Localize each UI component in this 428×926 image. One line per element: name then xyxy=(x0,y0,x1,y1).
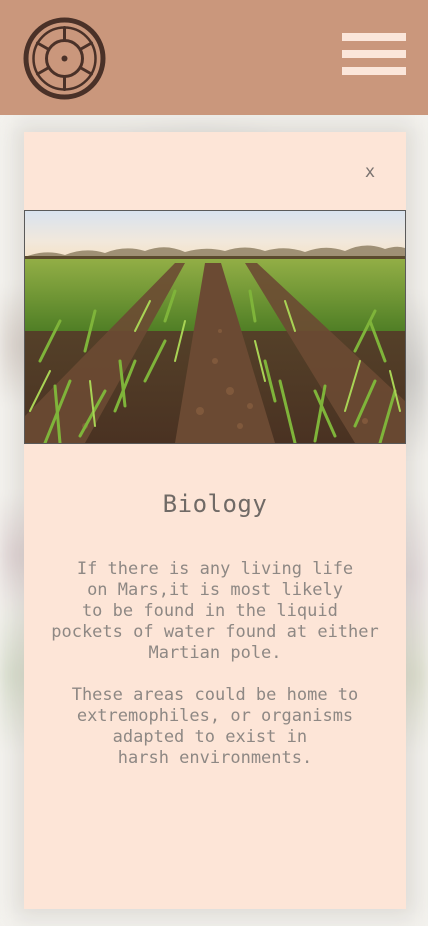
close-button[interactable]: x xyxy=(360,160,380,184)
menu-bar xyxy=(342,50,406,58)
info-modal: x Biology If there is any living life on… xyxy=(24,132,406,909)
ship-wheel-icon[interactable] xyxy=(23,17,106,100)
menu-bar xyxy=(342,67,406,75)
modal-title: Biology xyxy=(162,490,268,518)
top-header xyxy=(0,0,428,115)
menu-bar xyxy=(342,33,406,41)
description-paragraph-2: These areas could be home to extremophil… xyxy=(71,685,359,768)
crop-field-photo xyxy=(24,210,406,444)
hamburger-menu-icon[interactable] xyxy=(342,33,406,75)
description-paragraph-1: If there is any living life on Mars,it i… xyxy=(51,559,379,663)
